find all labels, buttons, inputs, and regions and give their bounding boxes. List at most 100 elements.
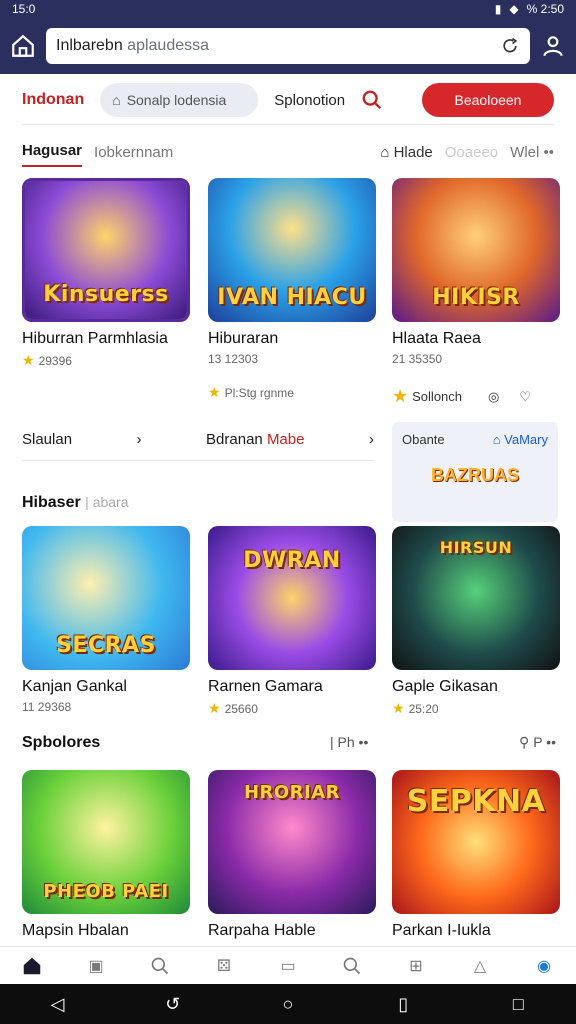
tab-active[interactable]: Hagusar bbox=[22, 142, 83, 167]
divider bbox=[22, 124, 554, 125]
share-icon[interactable]: ♡ bbox=[519, 389, 531, 405]
tab-right-2[interactable]: Ooaeeo bbox=[445, 144, 498, 161]
games-icon[interactable]: ⚄ bbox=[212, 954, 236, 978]
chevron-right-icon[interactable]: › bbox=[137, 431, 142, 448]
game-thumbnail[interactable]: HRORIAR bbox=[208, 770, 376, 914]
game-card[interactable]: DWRAN Rarnen Gamara ★ 25660 bbox=[208, 526, 376, 717]
game-rating: ★ 25:20 bbox=[392, 700, 439, 716]
game-downloads: 11 29368 bbox=[22, 700, 72, 714]
game-title: Parkan I-Iukla bbox=[392, 922, 491, 939]
game-card[interactable]: HRORIAR Rarpaha Hable bbox=[208, 770, 376, 940]
info-icon[interactable]: ◎ bbox=[488, 389, 499, 405]
battery-icon: ▮ bbox=[494, 2, 502, 16]
link-left[interactable]: Slaulan bbox=[22, 431, 72, 448]
link-middle[interactable]: Bdranan Mabe bbox=[206, 431, 304, 448]
game-title: Mapsin Hbalan bbox=[22, 922, 129, 939]
home-icon[interactable] bbox=[20, 954, 44, 978]
section-actions: | Ph •• ⚲ P •• bbox=[330, 734, 556, 751]
status-time: 15:0 bbox=[12, 2, 36, 16]
back-icon[interactable]: ◁ bbox=[46, 992, 70, 1016]
home-button-icon[interactable]: ○ bbox=[276, 992, 300, 1016]
section-title: Hibaser | abara bbox=[22, 494, 129, 511]
game-downloads: 13 12303 bbox=[208, 352, 259, 366]
nav-link[interactable]: Splonotion bbox=[274, 92, 345, 109]
game-card[interactable]: IVAN HIACU Hiburaran 13 12303 ★ Pl:Stg rg… bbox=[208, 178, 376, 401]
game-title: Hiburran Parmhlasia bbox=[22, 330, 168, 347]
system-nav-bar: ◁ ↺ ○ ▯ □ bbox=[0, 984, 576, 1024]
recents-icon[interactable]: ▯ bbox=[391, 992, 415, 1016]
game-title: Rarnen Gamara bbox=[208, 678, 323, 695]
compass-icon[interactable]: ◉ bbox=[532, 954, 556, 978]
promo-link[interactable]: ⌂ VaMary bbox=[493, 432, 548, 447]
game-logo-text: PHEOB PAEI bbox=[43, 881, 169, 902]
filter-icon[interactable]: ▣ bbox=[84, 954, 108, 978]
divider bbox=[22, 460, 374, 461]
search-icon[interactable] bbox=[361, 89, 383, 111]
star-icon: ★ bbox=[208, 384, 221, 400]
url-text[interactable]: Inlbarebn aplaudessa bbox=[56, 37, 490, 55]
chevron-right-icon[interactable]: › bbox=[369, 431, 374, 448]
promo-banner[interactable]: Obante ⌂ VaMary BAZRUAS bbox=[392, 422, 558, 522]
status-right-text: % 2:50 bbox=[526, 2, 564, 16]
tab-right-1[interactable]: ⌂ Hlade bbox=[380, 144, 432, 161]
section-subtitle: | abara bbox=[85, 494, 129, 510]
category-tabs: Hagusar Iobkernnam ⌂ Hlade Ooaeeo Wlel •… bbox=[22, 138, 554, 167]
game-title: Rarpaha Hable bbox=[208, 922, 316, 939]
game-logo-text: Kinsuerss bbox=[43, 282, 169, 307]
site-logo[interactable]: Indonan bbox=[22, 91, 84, 109]
game-logo-text: SEPKNA bbox=[406, 784, 546, 819]
game-card[interactable]: SEPKNA Parkan I-Iukla bbox=[392, 770, 560, 940]
star-icon: ★ bbox=[392, 386, 409, 406]
activity-icon[interactable]: △ bbox=[468, 954, 492, 978]
menu-icon[interactable]: ▭ bbox=[276, 954, 300, 978]
game-logo-text: HRORIAR bbox=[243, 782, 341, 803]
game-title: Gaple Gikasan bbox=[392, 678, 498, 695]
game-thumbnail[interactable]: HIKISR bbox=[392, 178, 560, 322]
url-secondary: aplaudessa bbox=[127, 37, 210, 54]
game-thumbnail[interactable]: HIRSUN bbox=[392, 526, 560, 670]
game-logo-text: HIRSUN bbox=[439, 538, 513, 557]
search-pill[interactable]: ⌂ Sonalp lodensia bbox=[100, 83, 259, 117]
game-card[interactable]: HIRSUN Gaple Gikasan ★ 25:20 bbox=[392, 526, 560, 717]
game-rating: ★ 29396 bbox=[22, 352, 72, 368]
game-thumbnail[interactable]: SECRAS bbox=[22, 526, 190, 670]
home-icon[interactable] bbox=[10, 33, 36, 59]
game-card[interactable]: PHEOB PAEI Mapsin Hbalan bbox=[22, 770, 190, 940]
game-card[interactable]: Kinsuerss Hiburran Parmhlasia ★ 29396 bbox=[22, 178, 190, 369]
reload-icon[interactable] bbox=[500, 36, 520, 56]
gift-icon[interactable]: ⊞ bbox=[404, 954, 428, 978]
game-thumbnail[interactable]: DWRAN bbox=[208, 526, 376, 670]
game-logo-text: DWRAN bbox=[243, 548, 341, 573]
game-thumbnail[interactable]: Kinsuerss bbox=[22, 178, 190, 322]
game-tag: ★ Pl:Stg rgnme bbox=[208, 384, 294, 400]
lock-icon: ⌂ bbox=[112, 92, 121, 108]
browser-toolbar: Inlbarebn aplaudessa bbox=[0, 18, 576, 74]
section-action-1[interactable]: | Ph •• bbox=[330, 734, 368, 751]
tab-right-3[interactable]: Wlel •• bbox=[510, 144, 554, 161]
section-action-2[interactable]: ⚲ P •• bbox=[519, 734, 556, 751]
game-card[interactable]: HIKISR Hlaata Raea 21 35350 ★ Sollonch ◎… bbox=[392, 178, 560, 407]
search-icon[interactable] bbox=[340, 954, 364, 978]
address-bar[interactable]: Inlbarebn aplaudessa bbox=[46, 28, 530, 64]
promo-logo-text: BAZRUAS bbox=[431, 465, 519, 485]
cta-button[interactable]: Beaoloeen bbox=[422, 83, 554, 117]
game-logo-text: SECRAS bbox=[56, 633, 156, 658]
assistant-icon[interactable]: ↺ bbox=[161, 992, 185, 1016]
game-logo-text: IVAN HIACU bbox=[217, 285, 367, 310]
profile-icon[interactable] bbox=[540, 33, 566, 59]
game-card[interactable]: SECRAS Kanjan Gankal 11 29368 bbox=[22, 526, 190, 714]
bottom-nav: ▣ ⚄ ▭ ⊞ △ ◉ bbox=[0, 946, 576, 984]
game-action-row: ★ Sollonch ◎ ♡ bbox=[392, 386, 532, 406]
tab-secondary[interactable]: Iobkernnam bbox=[94, 144, 173, 161]
game-thumbnail[interactable]: SEPKNA bbox=[392, 770, 560, 914]
search-icon: ⚲ bbox=[519, 734, 534, 750]
game-thumbnail[interactable]: PHEOB PAEI bbox=[22, 770, 190, 914]
game-logo-text: HIKISR bbox=[432, 285, 520, 310]
section-title: Spbolores bbox=[22, 734, 101, 751]
game-thumbnail[interactable]: IVAN HIACU bbox=[208, 178, 376, 322]
overview-icon[interactable]: □ bbox=[506, 992, 530, 1016]
search-icon[interactable] bbox=[148, 954, 172, 978]
game-title: Kanjan Gankal bbox=[22, 678, 127, 695]
wifi-icon: ◆ bbox=[509, 2, 519, 16]
url-primary: Inlbarebn bbox=[56, 37, 123, 54]
